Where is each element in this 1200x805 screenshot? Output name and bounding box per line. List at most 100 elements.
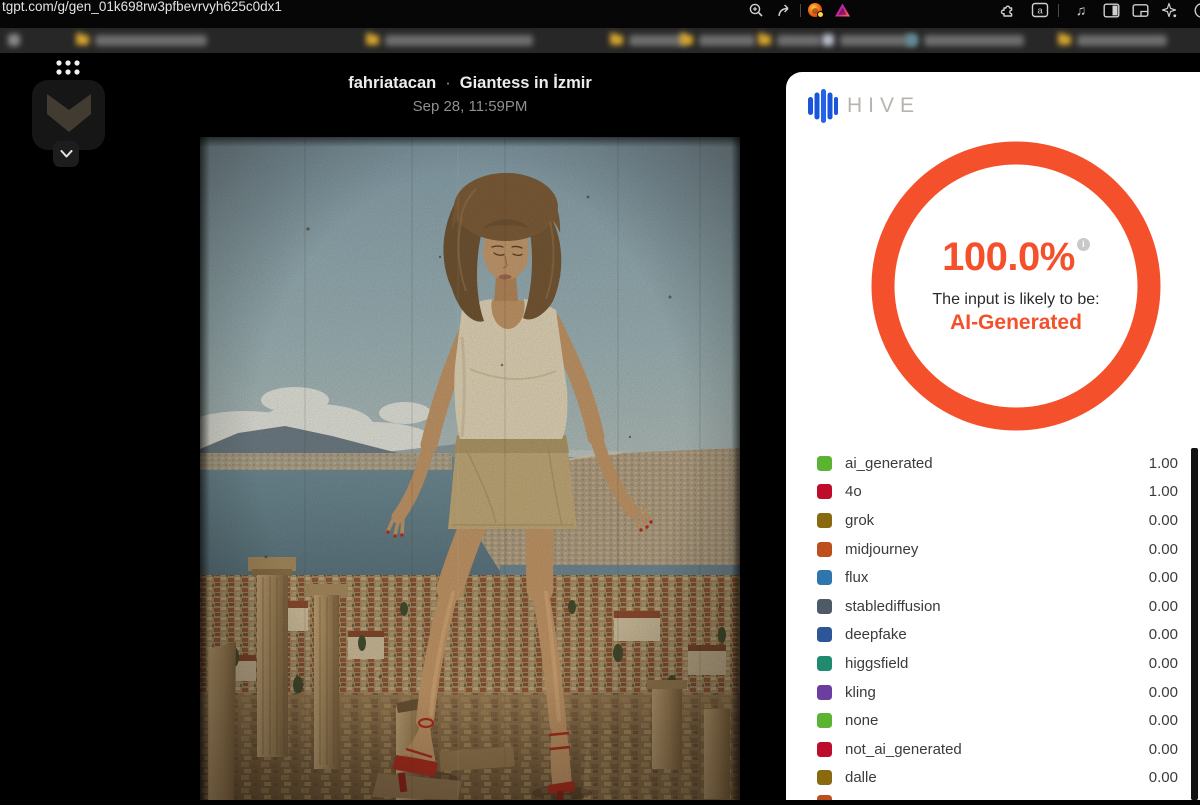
blurred-bookmark-label	[924, 35, 1024, 46]
classifier-row: midjourney 0.00	[786, 535, 1192, 564]
bookmark-item[interactable]	[366, 33, 533, 47]
collapse-chevron-button[interactable]	[53, 141, 79, 167]
bookmark-item[interactable]	[758, 33, 821, 47]
classifier-label: ai_generated	[845, 455, 933, 472]
author-name[interactable]: fahriatacan	[348, 74, 436, 92]
score-value: 100.0%	[942, 237, 1075, 277]
classifier-label: none	[845, 712, 878, 729]
folder-icon	[1058, 35, 1071, 45]
folder-icon	[758, 35, 771, 45]
bookmark-icon	[8, 34, 20, 46]
bookmark-item[interactable]	[8, 33, 20, 47]
classifier-row: none 0.00	[786, 706, 1192, 735]
classifier-color-swatch	[817, 456, 832, 471]
bookmark-item[interactable]	[906, 33, 1024, 47]
classifier-value: 0.00	[1149, 655, 1178, 672]
url-bar-text[interactable]: tgpt.com/g/gen_01k698rw3pfbevrvyh625c0dx…	[2, 0, 282, 15]
blurred-bookmark-label	[95, 35, 207, 46]
blurred-bookmark-label	[699, 35, 755, 46]
bookmark-item[interactable]	[76, 33, 207, 47]
classifier-row: kling 0.00	[786, 678, 1192, 707]
blurred-bookmark-label	[385, 35, 533, 46]
classifier-value: 0.00	[1149, 569, 1178, 586]
classifier-value: 0.00	[1149, 769, 1178, 786]
card-icon[interactable]	[1131, 2, 1149, 18]
score-gauge-text: 100.0% i The input is likely to be: AI-G…	[866, 136, 1166, 436]
classifier-label: flux	[845, 569, 868, 586]
blurred-bookmark-label	[840, 35, 916, 46]
classifier-label: grok	[845, 512, 874, 529]
bookmark-item[interactable]	[1058, 33, 1167, 47]
classifier-list: ai_generated 1.00 4o 1.00 grok 0.00 midj…	[786, 449, 1192, 792]
classifier-label: higgsfield	[845, 655, 908, 672]
bookmark-icon	[906, 34, 918, 46]
sparkle-icon[interactable]	[1160, 2, 1178, 18]
hive-wordmark: HIVE	[847, 94, 920, 118]
classifier-row: 4o 1.00	[786, 478, 1192, 507]
folder-icon	[366, 35, 379, 45]
classifier-value: 0.00	[1149, 712, 1178, 729]
share-icon[interactable]	[775, 2, 793, 18]
blurred-bookmark-label	[777, 35, 821, 46]
folder-icon	[610, 35, 623, 45]
classifier-color-swatch	[817, 484, 832, 499]
score-caption: The input is likely to be:	[932, 291, 1099, 309]
classifier-row: not_ai_generated 0.00	[786, 735, 1192, 764]
info-icon[interactable]: i	[1077, 238, 1090, 251]
app-logo-tile[interactable]	[32, 80, 105, 150]
classifier-value: 0.00	[1149, 626, 1178, 643]
profile-circle-icon[interactable]	[1190, 2, 1200, 18]
classifier-row: dalle 0.00	[786, 764, 1192, 793]
panel-scrollbar[interactable]	[1191, 448, 1198, 800]
folder-icon	[680, 35, 693, 45]
chevron-down-icon	[60, 150, 73, 158]
classifier-value: 0.00	[1149, 598, 1178, 615]
classifier-row: deepfake 0.00	[786, 621, 1192, 650]
classifier-label: deepfake	[845, 626, 907, 643]
puzzle-extension-icon[interactable]	[998, 2, 1016, 18]
giantess-artwork	[200, 137, 740, 800]
bookmark-icon	[822, 34, 834, 46]
fire-extension-icon[interactable]	[806, 2, 824, 18]
sidebar-icon[interactable]	[1102, 2, 1120, 18]
classifier-value: 0.00	[1149, 512, 1178, 529]
folder-icon	[76, 35, 89, 45]
classifier-row: higgsfield 0.00	[786, 649, 1192, 678]
bookmark-item[interactable]	[822, 33, 916, 47]
classifier-label: midjourney	[845, 541, 918, 558]
classifier-row: grok 0.00	[786, 506, 1192, 535]
classifier-label: not_ai_generated	[845, 741, 962, 758]
blurred-bookmark-label	[629, 35, 687, 46]
prism-extension-icon[interactable]	[833, 2, 851, 18]
classifier-label: kling	[845, 684, 876, 701]
classifier-value: 0.00	[1149, 541, 1178, 558]
classifier-color-swatch	[817, 656, 832, 671]
post-header: fahriatacan·Giantess in İzmir Sep 28, 11…	[200, 74, 740, 115]
classifier-color-swatch	[817, 713, 832, 728]
svg-text:a: a	[1037, 6, 1043, 17]
bookmarks-bar	[0, 28, 1200, 53]
classifier-color-swatch	[817, 542, 832, 557]
title-separator: ·	[445, 74, 451, 92]
screenshot-stage: tgpt.com/g/gen_01k698rw3pfbevrvyh625c0dx…	[0, 0, 1200, 800]
generated-image[interactable]	[200, 137, 740, 800]
toolbar-separator	[1058, 4, 1059, 17]
hive-brand: HIVE	[808, 88, 920, 124]
classifier-color-swatch	[817, 627, 832, 642]
hive-panel: HIVE 100.0% i The input is likely to be:…	[786, 72, 1200, 800]
bookmark-item[interactable]	[680, 33, 755, 47]
zoom-in-icon[interactable]	[747, 2, 765, 18]
classifier-color-swatch	[817, 513, 832, 528]
classifier-value: 0.00	[1149, 684, 1178, 701]
hive-logo-icon	[808, 88, 838, 124]
music-note-icon[interactable]: ♫	[1072, 2, 1090, 18]
bookmark-item[interactable]	[610, 33, 687, 47]
classifier-row: stablediffusion 0.00	[786, 592, 1192, 621]
boxed-a-icon[interactable]: a	[1031, 2, 1049, 18]
classifier-value: 1.00	[1149, 483, 1178, 500]
classifier-label: dalle	[845, 769, 877, 786]
classifier-color-swatch	[817, 742, 832, 757]
blurred-bookmark-label	[1077, 35, 1167, 46]
post-timestamp: Sep 28, 11:59PM	[200, 98, 740, 115]
classifier-value: 0.00	[1149, 741, 1178, 758]
